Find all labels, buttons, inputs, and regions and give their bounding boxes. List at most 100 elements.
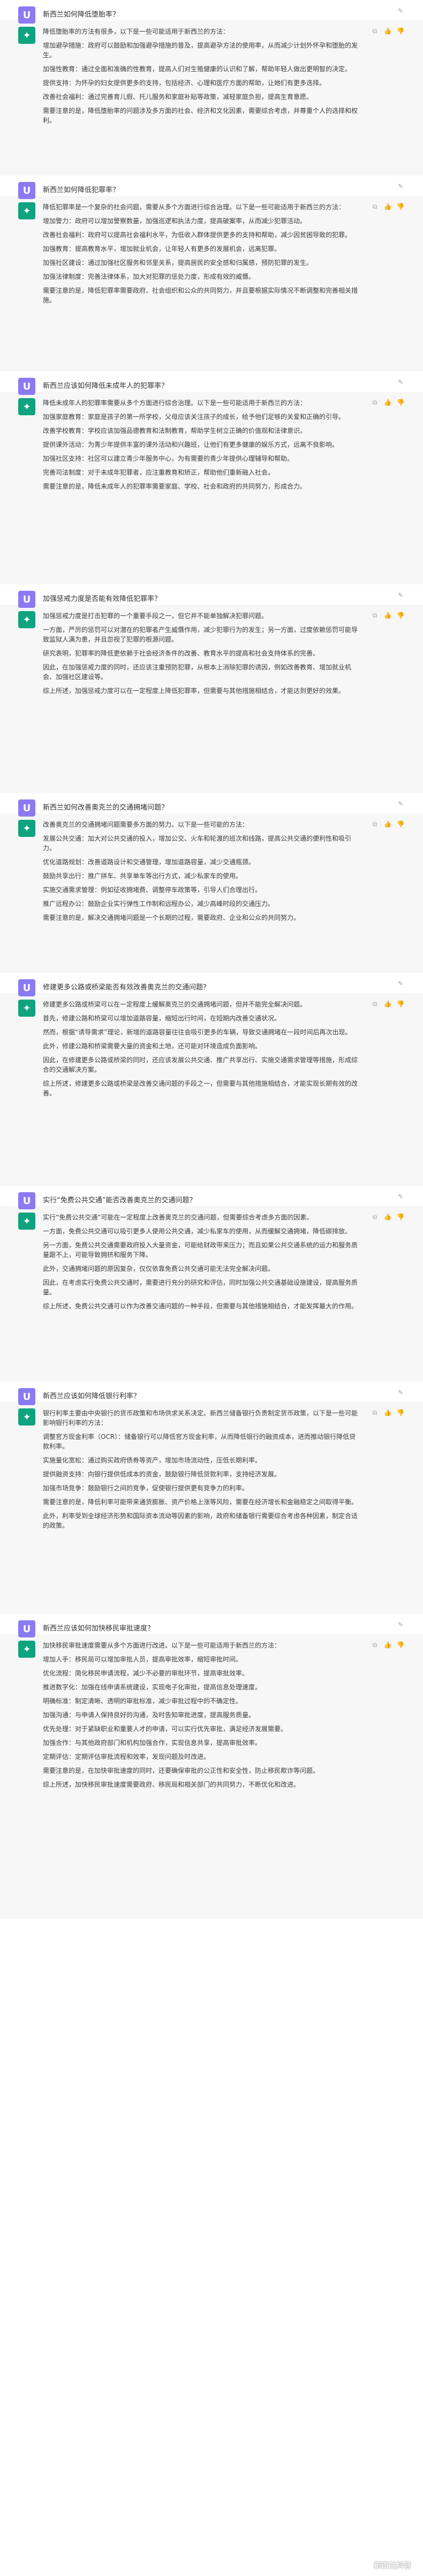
thumbs-down-icon[interactable]: 👎 — [396, 1213, 405, 1221]
assistant-message: ✦ 实行“免费公共交通”可能在一定程度上改善奥克兰的交通问题，但需要综合考虑多方… — [0, 1206, 423, 1382]
answer-paragraph: 首先，修建公路和桥梁可以增加道路容量，缩短出行时间，在短期内改善交通状况。 — [43, 1015, 281, 1022]
answer-paragraph: 改善社会福利：政府可以提高社会福利水平，为低收入群体提供更多的支持和帮助，减少因… — [43, 231, 352, 239]
edit-icon[interactable]: ✎ — [396, 182, 405, 190]
answer-paragraph: 此外，利率受到全球经济形势和国际资本流动等因素的影响，政府和储备银行需要综合考虑… — [43, 1512, 358, 1529]
answer-paragraph: 调整官方现金利率（OCR）：储备银行可以降低官方现金利率，从而降低银行的融资成本… — [43, 1433, 356, 1450]
copy-icon[interactable]: ⧉ — [371, 398, 379, 407]
answer-paragraph: 降低未成年人的犯罪率需要从多个方面进行综合治理。以下是一些可能适用于新西兰的方法… — [43, 399, 307, 407]
user-message: U 新西兰如何改善奥克兰的交通拥堵问题？ ✎ — [0, 793, 423, 817]
answer-paragraph: 需要注意的是，降低犯罪率需要政府、社会组织和公众的共同努力，并且要根据实际情况不… — [43, 287, 358, 304]
answer-paragraph: 提供支持：为怀孕的妇女提供更多的支持，包括经济、心理和医疗方面的帮助，让她们有更… — [43, 79, 326, 87]
user-question: 新西兰应该如何降低银行利率？ — [43, 1392, 141, 1400]
assistant-avatar: ✦ — [18, 611, 35, 628]
assistant-message: ✦ 银行利率主要由中央银行的货币政策和市场供求关系决定。新西兰储备银行负责制定货… — [0, 1402, 423, 1614]
answer-paragraph: 综上所述，修建更多公路或桥梁是改善交通问题的手段之一，但需要与其他措施相结合，才… — [43, 1080, 358, 1097]
answer-paragraph: 修建更多公路或桥梁可以在一定程度上缓解奥克兰的交通拥堵问题，但并不能完全解决问题… — [43, 1001, 307, 1008]
answer-paragraph: 降低犯罪率是一个复杂的社会问题，需要从多个方面进行综合治理。以下是一些可能适用于… — [43, 203, 345, 211]
copy-icon[interactable]: ⧉ — [371, 611, 379, 620]
assistant-answer: 银行利率主要由中央银行的货币政策和市场供求关系决定。新西兰储备银行负责制定货币政… — [43, 1408, 360, 1607]
answer-paragraph: 改善奥克兰的交通拥堵问题需要多方面的努力。以下是一些可能的方法： — [43, 821, 249, 828]
thumbs-up-icon[interactable]: 👍 — [383, 398, 392, 407]
thumbs-down-icon[interactable]: 👎 — [396, 202, 405, 211]
answer-paragraph: 改善社会福利：通过完善育儿假、托儿服务和家庭补贴等政策，减轻家庭负担，提高生育意… — [43, 93, 313, 101]
thumbs-up-icon[interactable]: 👍 — [383, 202, 392, 211]
thumbs-down-icon[interactable]: 👎 — [396, 1408, 405, 1417]
user-avatar: U — [18, 1388, 35, 1405]
thumbs-down-icon[interactable]: 👎 — [396, 611, 405, 620]
answer-paragraph: 优化流程：简化移民申请流程，减少不必要的审批环节，提高审批效率。 — [43, 1670, 249, 1677]
answer-paragraph: 增加警力：政府可以增加警察数量，加强巡逻和执法力度，提高破案率，从而减少犯罪活动… — [43, 217, 307, 225]
answer-paragraph: 鼓励共享出行：推广拼车、共享单车等出行方式，减少私家车的使用。 — [43, 872, 243, 880]
assistant-avatar: ✦ — [18, 1408, 35, 1426]
answer-paragraph: 此外，交通拥堵问题的原因复杂，仅仅依靠免费公共交通可能无法完全解决问题。 — [43, 1265, 275, 1272]
edit-icon[interactable]: ✎ — [396, 378, 405, 386]
answer-paragraph: 增加人手：移民局可以增加审批人员，提高审批效率，缩短审批时间。 — [43, 1656, 243, 1663]
user-question: 修建更多公路或桥梁能否有效改善奥克兰的交通问题？ — [43, 984, 210, 992]
user-question: 加强惩戒力度是否能有效降低犯罪率？ — [43, 595, 162, 603]
assistant-message: ✦ 改善奥克兰的交通拥堵问题需要多方面的努力。以下是一些可能的方法： 发展公共交… — [0, 813, 423, 973]
thumbs-up-icon[interactable]: 👍 — [383, 1213, 392, 1221]
thumbs-up-icon[interactable]: 👍 — [383, 820, 392, 828]
copy-icon[interactable]: ⧉ — [371, 1408, 379, 1417]
copy-icon[interactable]: ⧉ — [371, 1000, 379, 1008]
answer-paragraph: 定期评估：定期评估审批流程和效率，发现问题及时改进。 — [43, 1753, 210, 1760]
answer-paragraph: 需要注意的是，降低利率可能带来通货膨胀、资产价格上涨等风险，需要在经济增长和金融… — [43, 1498, 358, 1506]
thumbs-down-icon[interactable]: 👎 — [396, 1000, 405, 1008]
answer-paragraph: 发展公共交通：加大对公共交通的投入，增加公交、火车和轮渡的班次和线路，提高公共交… — [43, 835, 352, 852]
copy-icon[interactable]: ⧉ — [371, 27, 379, 35]
thumbs-up-icon[interactable]: 👍 — [383, 27, 392, 35]
answer-paragraph: 推进数字化：加强在线申请系统建设，实现电子化审批，提高信息处理速度。 — [43, 1683, 262, 1691]
thumbs-down-icon[interactable]: 👎 — [396, 398, 405, 407]
assistant-answer: 改善奥克兰的交通拥堵问题需要多方面的努力。以下是一些可能的方法： 发展公共交通：… — [43, 820, 360, 966]
edit-icon[interactable]: ✎ — [396, 1620, 405, 1629]
chat-transcript: U 新西兰如何降低堕胎率？ ✎ ✦ 降低堕胎率的方法有很多，以下是一些可能适用于… — [0, 0, 423, 2576]
answer-paragraph: 需要注意的是，降低堕胎率的问题涉及多方面的社会、经济和文化因素，需要综合考虑，并… — [43, 107, 358, 124]
user-message: U 新西兰应该如何加快移民审批速度？ ✎ — [0, 1614, 423, 1637]
user-avatar: U — [18, 979, 35, 996]
answer-paragraph: 加强沟通：与申请人保持良好的沟通，及时告知审批进度，提高服务质量。 — [43, 1711, 255, 1719]
assistant-message: ✦ 降低未成年人的犯罪率需要从多个方面进行综合治理。以下是一些可能适用于新西兰的… — [0, 392, 423, 584]
assistant-answer: 加快移民审批速度需要从多个方面进行改进。以下是一些可能适用于新西兰的方法： 增加… — [43, 1641, 360, 1912]
answer-paragraph: 加强法律制度：完善法律体系，加大对犯罪的惩处力度，形成有效的威慑。 — [43, 273, 255, 280]
thumbs-up-icon[interactable]: 👍 — [383, 1641, 392, 1649]
thumbs-down-icon[interactable]: 👎 — [396, 27, 405, 35]
user-question: 新西兰应该如何降低未成年人的犯罪率？ — [43, 382, 169, 390]
assistant-avatar: ✦ — [18, 820, 35, 837]
copy-icon[interactable]: ⧉ — [371, 202, 379, 211]
answer-paragraph: 提供课外活动：为青少年提供丰富的课外活动和兴趣班，让他们有更多健康的娱乐方式，远… — [43, 441, 339, 448]
answer-paragraph: 另一方面，免费公共交通需要政府投入大量资金，可能给财政带来压力；而且如果公共交通… — [43, 1241, 358, 1259]
user-message: U 新西兰如何降低犯罪率？ ✎ — [0, 176, 423, 199]
answer-paragraph: 改善学校教育：学校应该加强品德教育和法制教育，帮助学生树立正确的价值观和法律意识… — [43, 427, 307, 435]
assistant-answer: 降低堕胎率的方法有很多，以下是一些可能适用于新西兰的方法： 增加避孕措施：政府可… — [43, 27, 360, 169]
answer-paragraph: 加强社区建设：通过加强社区服务和邻里关系，提高居民的安全感和归属感，预防犯罪的发… — [43, 259, 313, 266]
thumbs-up-icon[interactable]: 👍 — [383, 1000, 392, 1008]
edit-icon[interactable]: ✎ — [396, 799, 405, 808]
thumbs-down-icon[interactable]: 👎 — [396, 820, 405, 828]
answer-paragraph: 然而，根据“诱导需求”理论，新增的道路容量往往会吸引更多的车辆，导致交通拥堵在一… — [43, 1028, 352, 1036]
thumbs-up-icon[interactable]: 👍 — [383, 1408, 392, 1417]
edit-icon[interactable]: ✎ — [396, 979, 405, 988]
assistant-avatar: ✦ — [18, 202, 35, 219]
user-avatar: U — [18, 378, 35, 395]
copy-icon[interactable]: ⧉ — [371, 1213, 379, 1221]
thumbs-up-icon[interactable]: 👍 — [383, 611, 392, 620]
answer-paragraph: 因此，在修建更多公路或桥梁的同时，还应该发展公共交通、推广共享出行、实施交通需求… — [43, 1056, 358, 1073]
copy-icon[interactable]: ⧉ — [371, 820, 379, 828]
answer-paragraph: 加强社区支持：社区可以建立青少年服务中心，为有需要的青少年提供心理辅导和帮助。 — [43, 455, 294, 462]
edit-icon[interactable]: ✎ — [396, 6, 405, 15]
answer-paragraph: 增加避孕措施：政府可以鼓励和加强避孕措施的普及，提高避孕方法的使用率，从而减少计… — [43, 42, 358, 59]
edit-icon[interactable]: ✎ — [396, 1192, 405, 1201]
thumbs-down-icon[interactable]: 👎 — [396, 1641, 405, 1649]
answer-paragraph: 优先处理：对于紧缺职业和重要人才的申请，可以实行优先审批，满足经济发展需要。 — [43, 1725, 288, 1733]
edit-icon[interactable]: ✎ — [396, 591, 405, 599]
user-question: 新西兰应该如何加快移民审批速度？ — [43, 1625, 155, 1633]
answer-paragraph: 实施交通需求管理：例如征收拥堵费、调整停车政策等，引导人们合理出行。 — [43, 886, 262, 894]
answer-paragraph: 实施量化宽松：通过购买政府债券等资产，增加市场流动性，压低长期利率。 — [43, 1457, 262, 1464]
answer-paragraph: 加强性教育：通过全面和准确的性教育，提高人们对生殖健康的认识和了解，帮助年轻人做… — [43, 65, 352, 73]
copy-icon[interactable]: ⧉ — [371, 1641, 379, 1649]
watermark-text: 新西兰抖音 — [374, 2562, 411, 2570]
answer-paragraph: 加强家庭教育：家庭是孩子的第一所学校，父母应该关注孩子的成长，给予他们足够的关爱… — [43, 413, 345, 421]
assistant-message: ✦ 加强惩戒力度是打击犯罪的一个重要手段之一，但它并不能单独解决犯罪问题。 一方… — [0, 605, 423, 793]
edit-icon[interactable]: ✎ — [396, 1388, 405, 1397]
answer-paragraph: 因此，在考虑实行免费公共交通时，需要进行充分的研究和评估，同时加强公共交通基础设… — [43, 1279, 358, 1296]
